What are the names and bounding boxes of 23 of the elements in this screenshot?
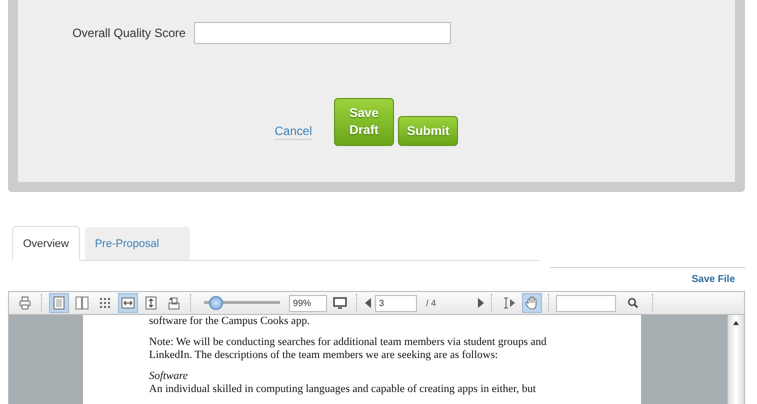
- save-file-link[interactable]: Save File: [692, 274, 735, 285]
- tab[interactable]: Pre-Proposal: [84, 227, 190, 260]
- next-icon[interactable]: [477, 298, 485, 308]
- document-paragraph: Note: We will be conducting searches for additional team members via student groups and LinkedIn. The descriptions of the team members we are seeking are as follows:: [149, 336, 548, 362]
- field-label: Overall Quality Score: [72, 26, 186, 40]
- search-field[interactable]: [556, 294, 616, 312]
- page-field[interactable]: 3: [375, 294, 417, 312]
- hand-icon[interactable]: [522, 293, 542, 313]
- document-heading: Software: [149, 370, 189, 383]
- scroll-up-icon[interactable]: [732, 319, 740, 327]
- document-paragraph: An individual skilled in computing languages and capable of creating apps in either, but: [149, 383, 537, 396]
- tab[interactable]: Overview: [12, 226, 80, 261]
- zoom-field[interactable]: 99%: [289, 294, 327, 312]
- fit-width-icon[interactable]: [118, 293, 138, 313]
- search-icon[interactable]: [627, 297, 639, 309]
- document-paragraph: software for the Campus Cooks app.: [149, 315, 311, 328]
- page-total: / 4: [426, 298, 438, 308]
- scrollbar[interactable]: [727, 315, 744, 404]
- cancel-link[interactable]: Cancel: [274, 124, 312, 140]
- score-input[interactable]: [194, 22, 451, 44]
- single-page-icon[interactable]: [49, 293, 69, 313]
- slider-thumb[interactable]: [209, 296, 224, 310]
- previous-icon[interactable]: [364, 298, 372, 308]
